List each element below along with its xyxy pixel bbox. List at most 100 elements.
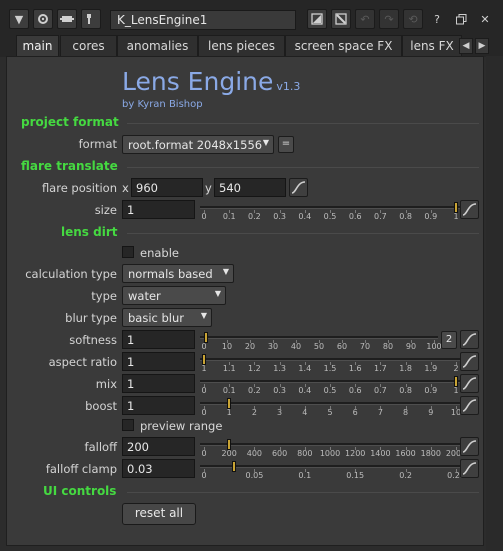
- slider-tick-label: 0.9: [424, 212, 438, 221]
- undo-icon[interactable]: ↶: [355, 9, 375, 29]
- tab-lens-fx[interactable]: lens FX: [402, 35, 462, 57]
- animation-curve-icon[interactable]: [460, 396, 479, 415]
- redo-icon[interactable]: ↷: [379, 9, 399, 29]
- close-icon[interactable]: ✕: [475, 9, 495, 29]
- slider-tick-label: 2: [453, 364, 459, 373]
- slider-tick-label: 0.8: [399, 212, 412, 221]
- slider-tick-label: 100: [426, 342, 442, 351]
- tab-scroll-left-icon[interactable]: ◀: [459, 38, 473, 54]
- slider-tick-label: 6: [352, 408, 358, 417]
- falloff-slider[interactable]: 0 200 400 600 800 1000 1200 1400 1600 1800 2000: [200, 438, 466, 460]
- slider-tick-label: 1: [226, 408, 232, 417]
- slider-track[interactable]: [200, 402, 460, 405]
- slider-tick-label: 0.1: [298, 471, 312, 480]
- tab-screen-space-fx[interactable]: screen space FX: [285, 35, 402, 57]
- slider-tick-label: 1.5: [323, 364, 337, 373]
- tab-anomalies[interactable]: anomalies: [117, 35, 198, 57]
- slider-tick-label: 80: [382, 342, 394, 351]
- flare-position-y-input[interactable]: 540: [214, 178, 286, 197]
- slider-tick-label: 1000: [319, 449, 341, 458]
- aspect-ratio-slider[interactable]: 1 1.1 1.2 1.3 1.4 1.5 1.6 1.7 1.8 1.9 2: [200, 353, 460, 375]
- slider-handle[interactable]: [454, 202, 458, 213]
- slider-tick-label: 70: [359, 342, 371, 351]
- knob-toggle-alt-icon[interactable]: [331, 9, 351, 29]
- settings-gear-icon[interactable]: [33, 9, 53, 29]
- blur-type-dropdown[interactable]: basic blur ▼: [122, 308, 212, 327]
- slider-tick-label: 50: [313, 342, 325, 351]
- slider-handle[interactable]: [227, 439, 232, 450]
- softness-slider[interactable]: 0 10 20 30 40 50 60 70 80 90 100: [200, 331, 442, 353]
- falloff-clamp-slider[interactable]: 0 0.05 0.1 0.15 0.2 0.25: [200, 460, 465, 482]
- animation-curve-icon[interactable]: [289, 178, 308, 197]
- slider-handle[interactable]: [227, 398, 232, 409]
- divider: [127, 123, 479, 124]
- falloff-input[interactable]: 200: [122, 437, 195, 456]
- format-dropdown[interactable]: root.format 2048x1556 ▼: [122, 135, 274, 154]
- tab-lens-pieces[interactable]: lens pieces: [198, 35, 285, 57]
- mix-input[interactable]: 1: [122, 374, 195, 393]
- slider-track[interactable]: [200, 336, 438, 339]
- slider-handle[interactable]: [204, 332, 209, 343]
- knob-toggle-icon[interactable]: [307, 9, 327, 29]
- slider-track[interactable]: [200, 358, 460, 361]
- section-lens-dirt: lens dirt: [61, 225, 118, 239]
- animation-curve-icon[interactable]: [460, 459, 479, 478]
- slider-tick-label: 1200: [345, 449, 366, 458]
- format-equals-button[interactable]: =: [278, 136, 294, 153]
- tab-main[interactable]: main: [16, 35, 59, 58]
- slider-tick-label: 20: [244, 342, 256, 351]
- slider-handle[interactable]: [232, 461, 237, 472]
- falloff-clamp-input[interactable]: 0.03: [122, 459, 195, 478]
- size-input[interactable]: 1: [122, 200, 195, 219]
- slider-tick-label: 400: [246, 449, 263, 458]
- size-slider[interactable]: 0 0.1 0.2 0.3 0.4 0.5 0.6 0.7 0.8 0.9 1: [200, 201, 460, 223]
- revert-icon[interactable]: ⟲: [403, 9, 423, 29]
- animation-curve-icon[interactable]: [460, 374, 479, 393]
- slider-handle[interactable]: [454, 376, 458, 387]
- slider-tick-label: 1.8: [399, 364, 412, 373]
- node-name-field[interactable]: K_LensEngine1: [110, 10, 296, 30]
- slider-tick-label: 800: [297, 449, 313, 458]
- boost-slider[interactable]: 0 1 2 3 4 5 6 7 8 9 10: [200, 397, 461, 419]
- calculation-type-dropdown[interactable]: normals based ▼: [122, 264, 234, 283]
- node-title-bar: ▼ K_LensEngine1 ↶ ↷ ⟲ ? ✕: [0, 0, 503, 37]
- slider-tick-label: 1.4: [298, 364, 312, 373]
- tab-scroll-right-icon[interactable]: ▶: [475, 38, 489, 54]
- softness-channels-button[interactable]: 2: [441, 331, 457, 349]
- node-icon[interactable]: [57, 9, 77, 29]
- main-panel: Lens Engine v1.3 by Kyran Bishop project …: [6, 56, 484, 546]
- slider-track[interactable]: [200, 206, 460, 209]
- float-panel-icon[interactable]: [451, 9, 471, 29]
- slider-track[interactable]: [200, 465, 460, 468]
- aspect-ratio-input[interactable]: 1: [122, 352, 195, 371]
- slider-tick-label: 600: [271, 449, 288, 458]
- animation-curve-icon[interactable]: [460, 352, 479, 371]
- slider-tick-label: 1.9: [424, 364, 438, 373]
- slider-tick-label: 1800: [420, 449, 441, 458]
- collapse-arrow-icon[interactable]: ▼: [9, 9, 29, 29]
- slider-track[interactable]: [200, 380, 460, 383]
- slider-track[interactable]: [200, 443, 460, 446]
- softness-input[interactable]: 1: [122, 330, 195, 349]
- chevron-down-icon: ▼: [214, 289, 221, 298]
- slider-handle[interactable]: [202, 354, 206, 365]
- plugin-title: Lens Engine v1.3: [122, 67, 301, 96]
- type-dropdown[interactable]: water ▼: [122, 286, 226, 305]
- tab-cores[interactable]: cores: [60, 35, 117, 57]
- x-label: x: [122, 181, 129, 195]
- wrench-icon[interactable]: [81, 9, 101, 29]
- preview-range-checkbox[interactable]: [122, 419, 134, 431]
- flare-position-x-input[interactable]: 960: [131, 178, 203, 197]
- enable-checkbox[interactable]: [122, 246, 134, 258]
- animation-curve-icon[interactable]: [460, 200, 479, 219]
- boost-input[interactable]: 1: [122, 396, 195, 415]
- reset-all-button[interactable]: reset all: [122, 503, 196, 525]
- help-icon[interactable]: ?: [427, 9, 447, 29]
- slider-tick-label: 0.5: [323, 386, 337, 395]
- mix-slider[interactable]: 0 0.1 0.2 0.3 0.4 0.5 0.6 0.7 0.8 0.9 1: [200, 375, 460, 397]
- slider-tick-label: 0: [201, 449, 207, 458]
- animation-curve-icon[interactable]: [460, 437, 479, 456]
- section-project-format: project format: [21, 115, 119, 129]
- slider-tick-label: 0.15: [346, 471, 365, 480]
- animation-curve-icon[interactable]: [460, 330, 479, 349]
